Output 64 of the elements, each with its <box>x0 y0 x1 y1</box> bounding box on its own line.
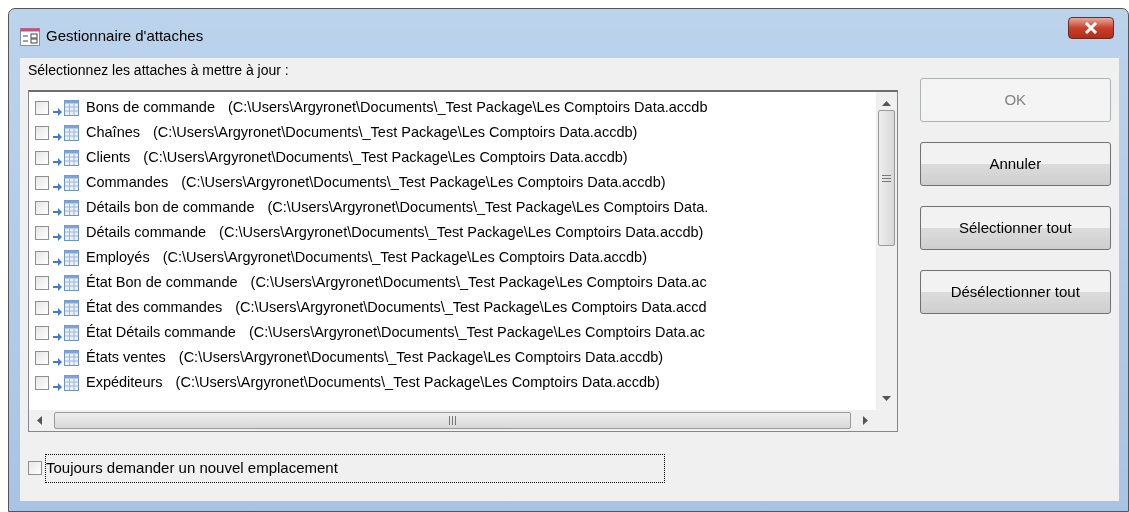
table-name: Détails commande <box>86 222 207 242</box>
close-button[interactable] <box>1068 16 1114 39</box>
table-name: Commandes <box>86 172 169 192</box>
instruction-label: Sélectionnez les attaches à mettre à jour : <box>28 61 290 80</box>
checkbox[interactable] <box>35 275 49 290</box>
scroll-thumb[interactable] <box>877 110 895 246</box>
table-path: (C:\Users\Argyronet\Documents\_Test Package\Les Comptoirs Data.accdb) <box>219 222 704 242</box>
table-path: (C:\Users\Argyronet\Documents\_Test Package\Les Comptoirs Data.accd <box>235 297 707 317</box>
linked-table-icon <box>53 199 79 216</box>
linked-table-icon <box>53 174 79 191</box>
table-name: Employés <box>86 247 150 267</box>
table-name: Clients <box>86 147 131 167</box>
checkbox[interactable] <box>35 100 49 115</box>
table-name: État Détails commande <box>86 322 236 342</box>
dialog-button[interactable]: Annuler <box>919 142 1111 186</box>
table-path: (C:\Users\Argyronet\Documents\_Test Package\Les Comptoirs Data.accdb) <box>181 172 666 192</box>
dialog-button[interactable]: Désélectionner tout <box>919 270 1111 314</box>
dialog-button[interactable]: Sélectionner tout <box>919 206 1111 250</box>
checkbox[interactable] <box>35 200 49 215</box>
checkbox[interactable] <box>35 350 49 365</box>
table-name: États ventes <box>86 347 166 367</box>
linked-table-icon <box>53 324 79 341</box>
checkbox[interactable] <box>35 175 49 190</box>
linked-table-icon <box>53 374 79 391</box>
close-icon <box>1084 21 1098 34</box>
linked-table-icon <box>53 299 79 316</box>
window-title: Gestionnaire d'attaches <box>46 26 204 47</box>
scroll-right-icon[interactable] <box>862 416 868 425</box>
scroll-up-icon[interactable] <box>881 101 891 106</box>
linked-table-icon <box>53 149 79 166</box>
form-icon <box>20 27 40 46</box>
checkbox[interactable] <box>35 300 49 315</box>
checkbox-label[interactable]: Toujours demander un nouvel emplacement <box>45 454 665 483</box>
linked-table-icon <box>53 224 79 241</box>
table-path: (C:\Users\Argyronet\Documents\_Test Package\Les Comptoirs Data. <box>267 197 709 217</box>
table-path: (C:\Users\Argyronet\Documents\_Test Package\Les Comptoirs Data.accdb) <box>162 247 647 267</box>
linked-table-icon <box>53 249 79 266</box>
table-path: (C:\Users\Argyronet\Documents\_Test Package\Les Comptoirs Data.accdb) <box>178 347 664 367</box>
table-path: (C:\Users\Argyronet\Documents\_Test Package\Les Comptoirs Data.accdb) <box>153 122 638 142</box>
linked-table-icon <box>53 274 79 291</box>
checkbox[interactable] <box>35 150 49 165</box>
scroll-down-icon[interactable] <box>881 396 891 401</box>
checkbox[interactable] <box>28 461 42 476</box>
table-path: (C:\Users\Argyronet\Documents\_Test Package\Les Comptoirs Data.accdb) <box>175 372 660 392</box>
table-path: (C:\Users\Argyronet\Documents\_Test Package\Les Comptoirs Data.ac <box>250 272 707 292</box>
table-name: Détails bon de commande <box>86 197 255 217</box>
checkbox[interactable] <box>35 250 49 265</box>
linked-table-icon <box>53 99 79 116</box>
scroll-left-icon[interactable] <box>37 416 42 425</box>
linked-table-icon <box>53 349 79 366</box>
checkbox[interactable] <box>35 125 49 140</box>
table-name: État Bon de commande <box>86 272 238 292</box>
checkbox[interactable] <box>35 375 49 390</box>
checkbox[interactable] <box>35 325 49 340</box>
table-name: État des commandes <box>86 297 223 317</box>
table-name: Bons de commande <box>86 97 215 117</box>
table-name: Chaînes <box>86 122 140 142</box>
table-name: Expéditeurs <box>86 372 163 392</box>
table-path: (C:\Users\Argyronet\Documents\_Test Package\Les Comptoirs Data.ac <box>248 322 706 342</box>
table-path: (C:\Users\Argyronet\Documents\_Test Package\Les Comptoirs Data.accdb) <box>143 147 628 167</box>
linked-table-icon <box>53 124 79 141</box>
scroll-thumb[interactable] <box>54 412 851 429</box>
table-path: (C:\Users\Argyronet\Documents\_Test Package\Les Comptoirs Data.accdb <box>227 97 708 117</box>
checkbox[interactable] <box>35 225 49 240</box>
